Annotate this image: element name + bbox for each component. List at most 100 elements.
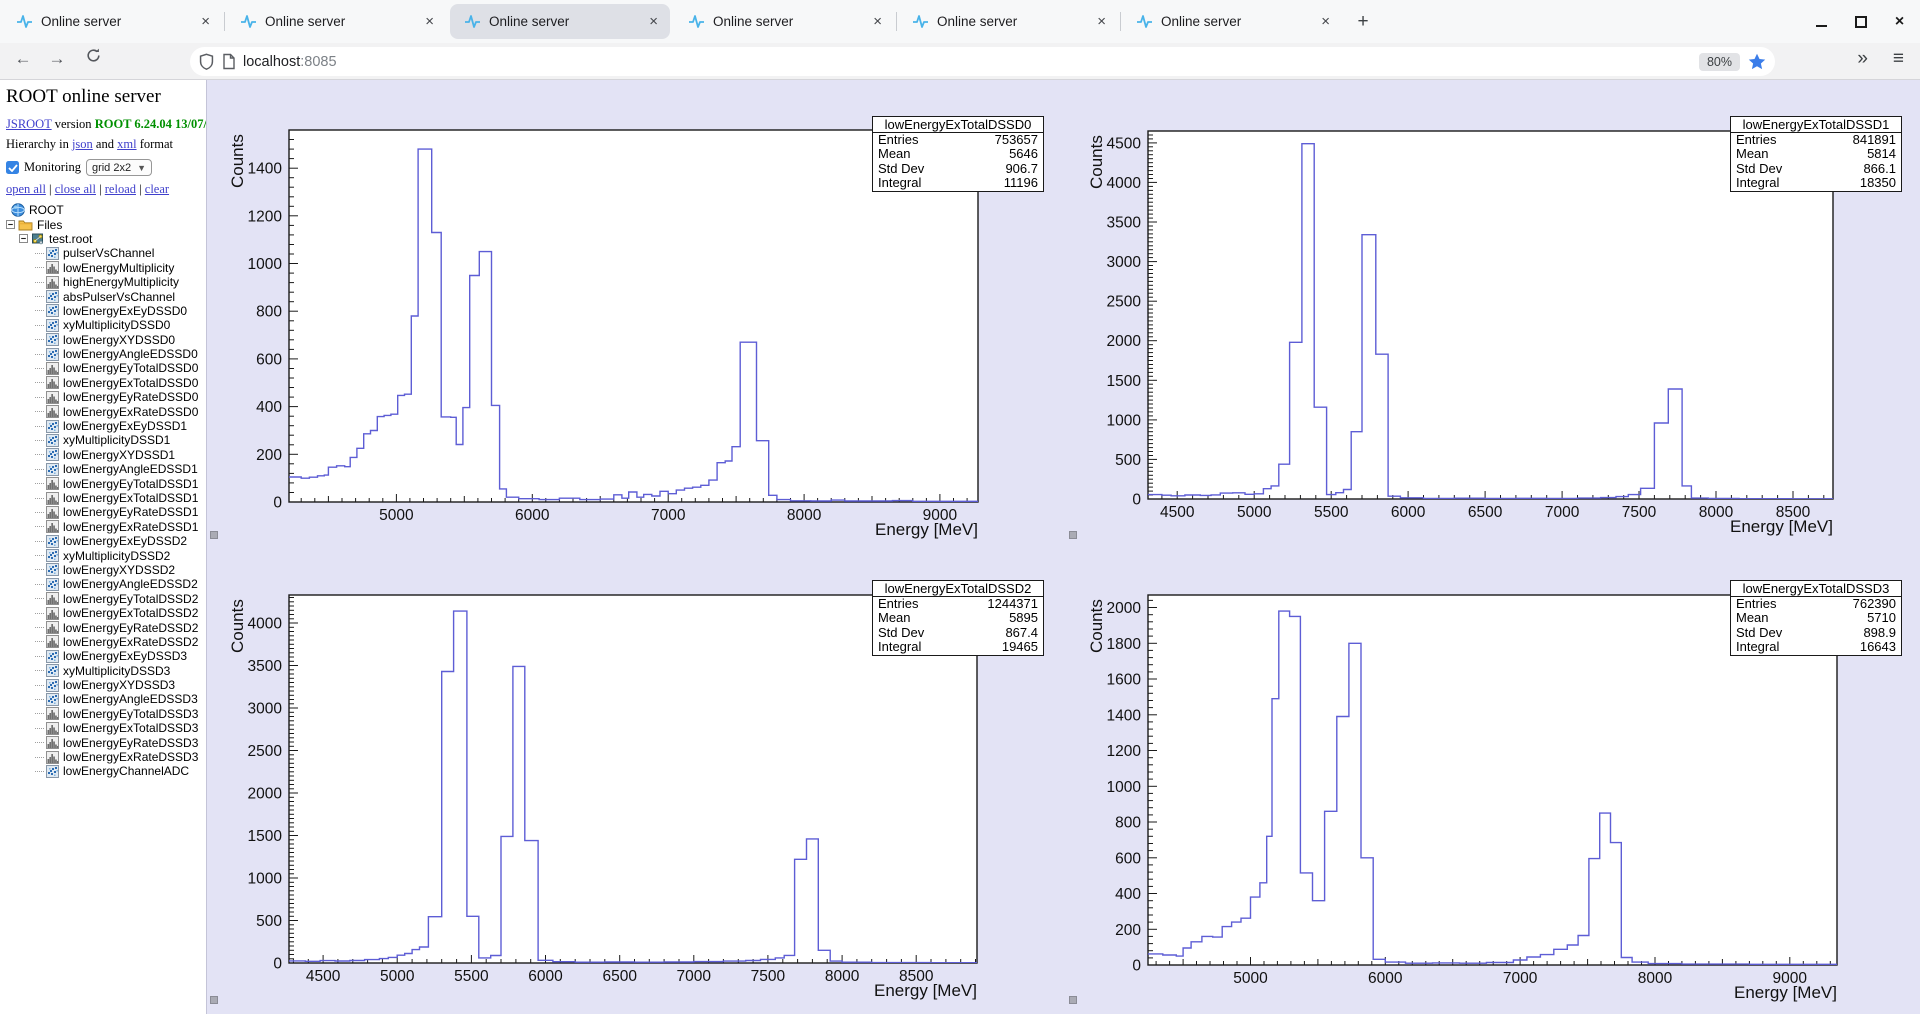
pad-resize-handle[interactable] [210,531,218,539]
tree-item-lowEnergyExEyDSSD1[interactable]: lowEnergyExEyDSSD1 [5,419,201,433]
browser-tab[interactable]: Online server× [0,0,224,43]
tree-item-lowEnergyEyRateDSSD1[interactable]: lowEnergyEyRateDSSD1 [5,505,201,519]
tree-item-lowEnergyAngleEDSSD2[interactable]: lowEnergyAngleEDSSD2 [5,577,201,591]
browser-tab[interactable]: Online server× [448,0,672,43]
tree-item-lowEnergyExEyDSSD2[interactable]: lowEnergyExEyDSSD2 [5,534,201,548]
action-link-open-all[interactable]: open all [6,182,46,196]
reload-icon[interactable] [80,47,106,69]
tab-close-icon[interactable]: × [645,13,662,30]
stat-box-lowEnergyExTotalDSSD0[interactable]: lowEnergyExTotalDSSD0Entries753657Mean56… [872,116,1044,192]
minimize-icon[interactable] [1815,15,1828,28]
tree-item-lowEnergyMultiplicity[interactable]: lowEnergyMultiplicity [5,261,201,275]
svg-text:0: 0 [1132,958,1141,975]
canvas-area[interactable]: 5000600070008000900002004006008001000120… [207,80,1920,1014]
menu-icon[interactable]: ≡ [1893,48,1904,70]
tree-item-lowEnergyEyTotalDSSD3[interactable]: lowEnergyEyTotalDSSD3 [5,707,201,721]
tree-item-lowEnergyAngleEDSSD3[interactable]: lowEnergyAngleEDSSD3 [5,692,201,706]
tree-item-lowEnergyEyRateDSSD3[interactable]: lowEnergyEyRateDSSD3 [5,735,201,749]
pad-lowEnergyExTotalDSSD3[interactable]: 5000600070008000900002004006008001000120… [1066,540,1920,1005]
action-link-reload[interactable]: reload [105,182,136,196]
browser-tab[interactable]: Online server× [224,0,448,43]
collapse-expander-icon[interactable] [6,220,15,229]
tree-root[interactable]: ROOT [5,203,201,217]
tree-item-lowEnergyExRateDSSD0[interactable]: lowEnergyExRateDSSD0 [5,404,201,418]
tree-item-lowEnergyChannelADC[interactable]: lowEnergyChannelADC [5,764,201,778]
svg-text:3500: 3500 [1107,215,1142,232]
tree-item-highEnergyMultiplicity[interactable]: highEnergyMultiplicity [5,275,201,289]
maximize-icon[interactable] [1854,15,1867,28]
jsroot-link[interactable]: JSROOT [6,117,52,131]
json-link[interactable]: json [72,137,93,151]
stat-box-lowEnergyExTotalDSSD2[interactable]: lowEnergyExTotalDSSD2Entries1244371Mean5… [872,580,1044,656]
browser-tab[interactable]: Online server× [1120,0,1344,43]
tree-item-lowEnergyEyRateDSSD0[interactable]: lowEnergyEyRateDSSD0 [5,390,201,404]
tree-item-lowEnergyAngleEDSSD1[interactable]: lowEnergyAngleEDSSD1 [5,462,201,476]
pad-resize-handle[interactable] [1069,531,1077,539]
hist2d-icon [46,290,59,303]
url-text[interactable]: localhost:8085 [243,54,337,70]
hist2d-icon [46,563,59,576]
tree-item-lowEnergyExEyDSSD0[interactable]: lowEnergyExEyDSSD0 [5,304,201,318]
tree-item-lowEnergyExTotalDSSD2[interactable]: lowEnergyExTotalDSSD2 [5,606,201,620]
tree-item-lowEnergyEyTotalDSSD1[interactable]: lowEnergyEyTotalDSSD1 [5,476,201,490]
bookmark-star-icon[interactable] [1747,52,1767,72]
tree-item-lowEnergyXYDSSD0[interactable]: lowEnergyXYDSSD0 [5,333,201,347]
pad-resize-handle[interactable] [1069,996,1077,1004]
close-icon[interactable]: × [1893,15,1906,28]
svg-text:2000: 2000 [1107,600,1142,617]
tree-item-lowEnergyXYDSSD3[interactable]: lowEnergyXYDSSD3 [5,678,201,692]
svg-text:8000: 8000 [1638,970,1673,987]
browser-tab[interactable]: Online server× [896,0,1120,43]
tree-item-lowEnergyEyTotalDSSD2[interactable]: lowEnergyEyTotalDSSD2 [5,592,201,606]
tab-close-icon[interactable]: × [421,13,438,30]
stat-row: Integral16643 [1731,640,1901,654]
pad-resize-handle[interactable] [210,996,218,1004]
grid-layout-select[interactable]: grid 2x2▼ [86,159,152,176]
back-arrow-icon[interactable]: ← [10,49,36,69]
tree-item-lowEnergyAngleEDSSD0[interactable]: lowEnergyAngleEDSSD0 [5,347,201,361]
forward-arrow-icon[interactable]: → [44,49,70,69]
overflow-chevrons-icon[interactable]: » [1857,48,1868,70]
tab-close-icon[interactable]: × [869,13,886,30]
tree-item-lowEnergyEyTotalDSSD0[interactable]: lowEnergyEyTotalDSSD0 [5,361,201,375]
address-bar[interactable]: localhost:8085 80% [190,47,1775,76]
action-link-clear[interactable]: clear [145,182,169,196]
stat-box-lowEnergyExTotalDSSD1[interactable]: lowEnergyExTotalDSSD1Entries841891Mean58… [1730,116,1902,192]
tree-folder-files[interactable]: Files [5,217,201,231]
new-tab-button[interactable]: + [1348,0,1378,43]
tree-item-lowEnergyEyRateDSSD2[interactable]: lowEnergyEyRateDSSD2 [5,620,201,634]
tree-item-lowEnergyExRateDSSD3[interactable]: lowEnergyExRateDSSD3 [5,750,201,764]
tree-item-xyMultiplicityDSSD3[interactable]: xyMultiplicityDSSD3 [5,664,201,678]
svg-text:4000: 4000 [1107,175,1142,192]
action-link-close-all[interactable]: close all [55,182,96,196]
tree-item-lowEnergyExEyDSSD3[interactable]: lowEnergyExEyDSSD3 [5,649,201,663]
tree-item-lowEnergyExTotalDSSD3[interactable]: lowEnergyExTotalDSSD3 [5,721,201,735]
pad-lowEnergyExTotalDSSD1[interactable]: 4500500055006000650070007500800085000500… [1066,80,1920,540]
tree-item-lowEnergyExTotalDSSD1[interactable]: lowEnergyExTotalDSSD1 [5,491,201,505]
tree-item-lowEnergyExTotalDSSD0[interactable]: lowEnergyExTotalDSSD0 [5,376,201,390]
tab-close-icon[interactable]: × [197,13,214,30]
xml-link[interactable]: xml [117,137,136,151]
tree-item-lowEnergyExRateDSSD2[interactable]: lowEnergyExRateDSSD2 [5,635,201,649]
shield-icon[interactable] [198,53,215,71]
pad-lowEnergyExTotalDSSD2[interactable]: 4500500055006000650070007500800085000500… [207,540,1066,1005]
zoom-level-badge[interactable]: 80% [1699,53,1740,71]
monitoring-checkbox[interactable] [6,161,19,174]
browser-tab[interactable]: Online server× [672,0,896,43]
tree-file-test-root[interactable]: test.root [5,232,201,246]
stat-row: Entries762390 [1731,597,1901,611]
tab-close-icon[interactable]: × [1317,13,1334,30]
tree-item-xyMultiplicityDSSD1[interactable]: xyMultiplicityDSSD1 [5,433,201,447]
tab-close-icon[interactable]: × [1093,13,1110,30]
tree-item-lowEnergyXYDSSD2[interactable]: lowEnergyXYDSSD2 [5,563,201,577]
tree-item-pulserVsChannel[interactable]: pulserVsChannel [5,246,201,260]
tree-item-xyMultiplicityDSSD0[interactable]: xyMultiplicityDSSD0 [5,318,201,332]
pad-lowEnergyExTotalDSSD0[interactable]: 5000600070008000900002004006008001000120… [207,80,1066,540]
tree-item-lowEnergyExRateDSSD1[interactable]: lowEnergyExRateDSSD1 [5,520,201,534]
stat-box-lowEnergyExTotalDSSD3[interactable]: lowEnergyExTotalDSSD3Entries762390Mean57… [1730,580,1902,656]
tree-item-lowEnergyXYDSSD1[interactable]: lowEnergyXYDSSD1 [5,448,201,462]
collapse-expander-icon[interactable] [19,234,28,243]
tree-item-absPulserVsChannel[interactable]: absPulserVsChannel [5,289,201,303]
tree-item-xyMultiplicityDSSD2[interactable]: xyMultiplicityDSSD2 [5,548,201,562]
document-icon[interactable] [222,53,236,70]
